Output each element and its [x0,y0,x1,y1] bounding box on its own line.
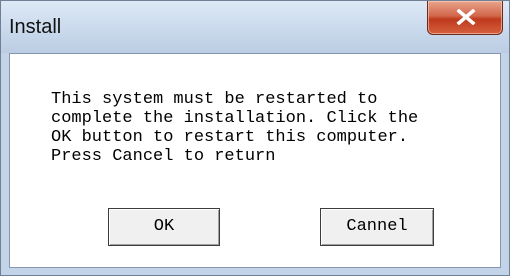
install-dialog-window: Install This system must be restarted to… [0,0,510,276]
close-button[interactable] [427,1,503,35]
title-bar[interactable]: Install [1,1,509,53]
ok-button[interactable]: OK [108,208,220,246]
cancel-button[interactable]: Cannel [320,208,434,246]
close-icon [456,9,476,25]
window-title: Install [9,16,62,38]
dialog-message: This system must be restarted to complet… [51,90,419,166]
dialog-body: This system must be restarted to complet… [9,53,501,268]
